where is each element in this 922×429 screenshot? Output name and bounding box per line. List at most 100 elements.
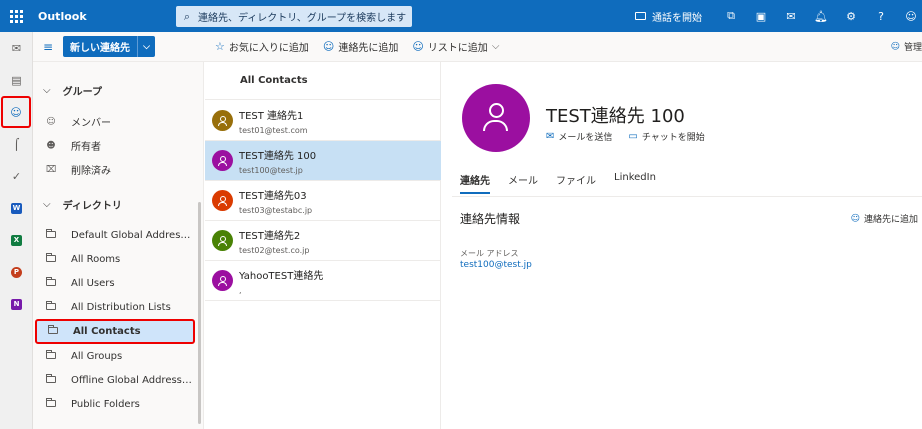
mail-rail-button[interactable]: ✉ (0, 32, 33, 64)
person-icon (482, 103, 510, 133)
camera-icon (635, 12, 646, 20)
chevron-down-icon: ⌵ (43, 199, 51, 210)
folder-icon (46, 300, 56, 310)
search-placeholder: 連絡先、ディレクトリ、グループを検索します (198, 13, 407, 24)
search-box[interactable]: ⌕ 連絡先、ディレクトリ、グループを検索します (176, 6, 412, 27)
email-link[interactable]: test100@test.jp (460, 260, 532, 270)
nav-item-offline-gal[interactable]: Offline Global Address… (43, 370, 195, 391)
nav-item-all-users[interactable]: All Users (43, 273, 195, 294)
people-list-icon: ☺ (412, 40, 424, 53)
calendar-rail-button[interactable]: ▤ (0, 64, 33, 96)
search-icon: ⌕ (183, 9, 191, 23)
person-icon (218, 275, 227, 286)
chevron-down-icon[interactable]: ⌵ (137, 36, 155, 57)
send-mail-label: メールを送信 (558, 133, 613, 143)
office-icon[interactable]: ▣ (750, 0, 772, 32)
avatar (212, 230, 233, 251)
person-icon (218, 115, 227, 126)
person-icon (218, 195, 227, 206)
add-to-contacts-button[interactable]: ☺ 連絡先に追加 (851, 212, 918, 226)
start-chat-button[interactable]: ▭ チャットを開始 (628, 130, 704, 143)
word-rail-button[interactable]: W (0, 192, 33, 224)
contact-row[interactable]: TEST連絡先03 test03@testabc.jp (205, 181, 441, 221)
teams-icon[interactable]: ⧉ (720, 0, 742, 32)
people-rail-button[interactable]: ☺ (1, 96, 31, 128)
add-to-list-button[interactable]: ☺ リストに追加 ⌵ (412, 39, 499, 54)
powerpoint-rail-button[interactable]: P (0, 256, 33, 288)
mail-icon: ✉ (546, 131, 555, 142)
add-contact-label: 連絡先に追加 (338, 43, 399, 54)
directory-section-header[interactable]: ⌵ ディレクトリ (43, 197, 122, 212)
nav-item-default-gal[interactable]: Default Global Addres… (43, 225, 195, 246)
whats-new-icon[interactable]: ✉ (780, 0, 802, 32)
nav-item-all-contacts[interactable]: All Contacts (35, 319, 195, 344)
nav-item-owner[interactable]: ☻ 所有者 (43, 135, 195, 156)
nav-item-label: All Users (71, 278, 115, 289)
new-contact-label: 新しい連絡先 (70, 43, 130, 54)
tab-linkedin[interactable]: LinkedIn (614, 172, 656, 194)
gear-icon[interactable]: ⚙ (840, 0, 862, 32)
email-label: メール アドレス (460, 249, 519, 258)
tab-mail[interactable]: メール (508, 172, 538, 194)
folder-icon (46, 397, 56, 407)
onenote-rail-button[interactable]: N (0, 288, 33, 320)
app-title: Outlook (38, 9, 87, 23)
nav-scrollbar[interactable] (198, 202, 201, 424)
nav-item-all-rooms[interactable]: All Rooms (43, 249, 195, 270)
bell-icon[interactable]: 🔔︎ (810, 0, 832, 32)
manage-icon: ☺ (890, 41, 900, 52)
command-bar: ≡ 新しい連絡先 ⌵ ☆ お気に入りに追加 ☺ 連絡先に追加 ☺ リストに追加 … (33, 32, 922, 62)
nav-item-members[interactable]: ☺ メンバー (43, 111, 195, 132)
send-mail-button[interactable]: ✉ メールを送信 (546, 130, 612, 143)
tab-contact[interactable]: 連絡先 (460, 172, 490, 194)
owner-icon: ☻ (46, 140, 56, 151)
app-rail: ✉ ▤ ☺ ⌠ ✓ W X P N (0, 32, 33, 429)
tab-files[interactable]: ファイル (556, 172, 596, 194)
contact-row[interactable]: TEST 連絡先1 test01@test.com (205, 101, 441, 141)
nav-item-label: All Distribution Lists (71, 302, 171, 313)
hamburger-icon[interactable]: ≡ (33, 40, 63, 54)
onenote-icon: N (11, 298, 22, 310)
contact-list: All Contacts TEST 連絡先1 test01@test.com T… (205, 62, 441, 429)
nav-item-label: メンバー (71, 118, 111, 129)
add-contact-button[interactable]: ☺ 連絡先に追加 (323, 39, 398, 54)
app-launcher-button[interactable] (0, 0, 32, 32)
nav-item-label: All Rooms (71, 254, 121, 265)
contact-row[interactable]: TEST連絡先2 test02@test.co.jp (205, 221, 441, 261)
manage-button[interactable]: ☺ 管理 (890, 40, 922, 54)
folder-icon (46, 373, 56, 383)
divider (452, 196, 922, 197)
contact-email: test02@test.co.jp (239, 245, 310, 255)
contact-row[interactable]: TEST連絡先 100 test100@test.jp (205, 141, 441, 181)
add-to-list-label: リストに追加 (427, 43, 488, 54)
files-rail-button[interactable]: ⌠ (0, 128, 33, 160)
contact-detail-pane: TEST連絡先 100 ✉ メールを送信 ▭ チャットを開始 連絡先 メール フ… (442, 62, 922, 429)
help-icon[interactable]: ? (870, 0, 892, 32)
avatar (212, 110, 233, 131)
nav-item-all-groups[interactable]: All Groups (43, 346, 195, 367)
nav-item-deleted[interactable]: ⌧ 削除済み (43, 159, 195, 180)
contact-row[interactable]: YahooTEST連絡先 , (205, 261, 441, 301)
todo-rail-button[interactable]: ✓ (0, 160, 33, 192)
nav-item-public-folders[interactable]: Public Folders (43, 394, 195, 415)
people-icon: ☺ (10, 105, 22, 119)
meet-now-button[interactable]: 通話を開始 (625, 9, 712, 24)
contact-name: TEST連絡先 100 (239, 150, 317, 162)
folder-icon (46, 252, 56, 262)
excel-rail-button[interactable]: X (0, 224, 33, 256)
waffle-icon (9, 9, 23, 23)
detail-tabs: 連絡先 メール ファイル LinkedIn (460, 172, 656, 194)
nav-item-label: 所有者 (71, 142, 101, 153)
top-bar: Outlook ⌕ 連絡先、ディレクトリ、グループを検索します 通話を開始 ⧉ … (0, 0, 922, 32)
folder-icon (46, 276, 56, 286)
groups-section-header[interactable]: ⌵ グループ (43, 83, 102, 98)
account-icon[interactable]: ☺ (900, 0, 922, 32)
new-contact-button[interactable]: 新しい連絡先 ⌵ (63, 36, 155, 57)
add-favorite-button[interactable]: ☆ お気に入りに追加 (215, 39, 309, 54)
nav-item-all-distribution-lists[interactable]: All Distribution Lists (43, 297, 195, 318)
trash-icon: ⌧ (45, 164, 57, 175)
star-icon: ☆ (215, 40, 225, 53)
avatar (212, 150, 233, 171)
manage-label: 管理 (903, 43, 922, 53)
section-title: 連絡先情報 (460, 212, 521, 226)
